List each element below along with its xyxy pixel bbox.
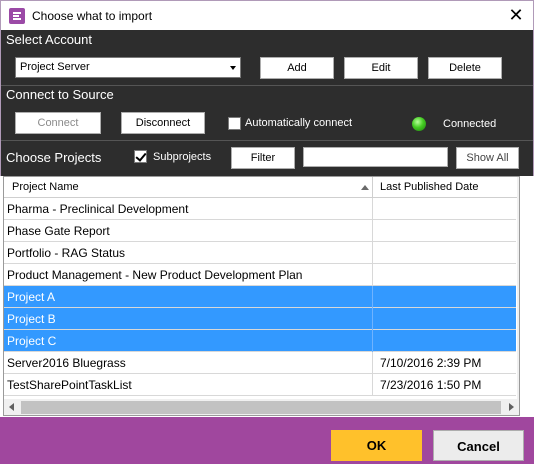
auto-connect-label: Automatically connect bbox=[245, 117, 352, 129]
table-row[interactable]: Project A bbox=[4, 286, 516, 308]
project-name-cell: Portfolio - RAG Status bbox=[7, 246, 126, 260]
vertical-scrollbar[interactable] bbox=[517, 177, 520, 405]
settings-panel: Select Account Project Server Add Edit D… bbox=[0, 30, 534, 176]
subprojects-label: Subprojects bbox=[153, 151, 212, 163]
project-name-cell: TestSharePointTaskList bbox=[7, 378, 132, 392]
connect-button[interactable]: Connect bbox=[15, 112, 101, 134]
edit-account-button[interactable]: Edit bbox=[344, 57, 418, 79]
cancel-button[interactable]: Cancel bbox=[433, 430, 524, 461]
disconnect-button[interactable]: Disconnect bbox=[121, 112, 205, 134]
table-row[interactable]: Portfolio - RAG Status bbox=[4, 242, 516, 264]
project-name-cell: Project A bbox=[7, 290, 56, 304]
close-icon: ✕ bbox=[508, 5, 524, 25]
scroll-right-icon[interactable] bbox=[509, 403, 514, 411]
table-row[interactable]: Phase Gate Report bbox=[4, 220, 516, 242]
vertical-scroll-thumb[interactable] bbox=[519, 317, 520, 381]
project-name-cell: Project C bbox=[7, 334, 57, 348]
project-name-cell: Server2016 Bluegrass bbox=[7, 356, 126, 370]
account-select[interactable]: Project Server bbox=[15, 57, 241, 78]
connected-status-icon bbox=[412, 117, 426, 131]
published-date-cell: 7/10/2016 2:39 PM bbox=[380, 356, 482, 370]
horizontal-scrollbar[interactable] bbox=[4, 399, 519, 415]
table-row[interactable]: Pharma - Preclinical Development bbox=[4, 198, 516, 220]
choose-projects-label: Choose Projects bbox=[6, 150, 102, 165]
window-title: Choose what to import bbox=[32, 9, 153, 23]
column-header-project-name[interactable]: Project Name bbox=[12, 181, 79, 193]
filter-input[interactable] bbox=[303, 147, 448, 167]
table-row[interactable]: TestSharePointTaskList 7/23/2016 1:50 PM bbox=[4, 374, 516, 396]
project-name-cell: Pharma - Preclinical Development bbox=[7, 202, 189, 216]
table-row[interactable]: Product Management - New Product Develop… bbox=[4, 264, 516, 286]
published-date-cell: 7/23/2016 1:50 PM bbox=[380, 378, 482, 392]
ok-button[interactable]: OK bbox=[331, 430, 422, 461]
table-row[interactable]: Project B bbox=[4, 308, 516, 330]
scroll-left-icon[interactable] bbox=[9, 403, 14, 411]
divider bbox=[1, 85, 533, 86]
scroll-up-button[interactable] bbox=[517, 177, 519, 194]
column-header-last-published[interactable]: Last Published Date bbox=[380, 181, 478, 193]
select-account-label: Select Account bbox=[6, 32, 92, 47]
close-button[interactable]: ✕ bbox=[499, 1, 533, 31]
column-divider[interactable] bbox=[372, 177, 373, 198]
divider bbox=[1, 140, 533, 141]
connection-status-label: Connected bbox=[443, 118, 497, 130]
chevron-down-icon bbox=[230, 66, 236, 70]
horizontal-scroll-thumb[interactable] bbox=[21, 401, 501, 414]
add-account-button[interactable]: Add bbox=[260, 57, 334, 79]
sort-ascending-icon bbox=[361, 185, 369, 190]
account-select-value: Project Server bbox=[20, 61, 90, 73]
dialog-footer: OK Cancel bbox=[0, 417, 534, 464]
grid-header: Project Name Last Published Date bbox=[4, 177, 519, 198]
delete-account-button[interactable]: Delete bbox=[428, 57, 502, 79]
filter-button[interactable]: Filter bbox=[231, 147, 295, 169]
auto-connect-checkbox[interactable] bbox=[228, 117, 241, 130]
table-row[interactable]: Project C bbox=[4, 330, 516, 352]
project-name-cell: Product Management - New Product Develop… bbox=[7, 268, 303, 282]
table-row[interactable]: Server2016 Bluegrass 7/10/2016 2:39 PM bbox=[4, 352, 516, 374]
project-name-cell: Project B bbox=[7, 312, 56, 326]
import-app-icon bbox=[9, 8, 25, 24]
subprojects-checkbox[interactable] bbox=[134, 150, 147, 163]
project-name-cell: Phase Gate Report bbox=[7, 224, 110, 238]
show-all-button[interactable]: Show All bbox=[456, 147, 519, 169]
connect-to-source-label: Connect to Source bbox=[6, 87, 114, 102]
title-bar: Choose what to import ✕ bbox=[0, 0, 534, 30]
projects-grid: Project Name Last Published Date Pharma … bbox=[3, 176, 520, 416]
